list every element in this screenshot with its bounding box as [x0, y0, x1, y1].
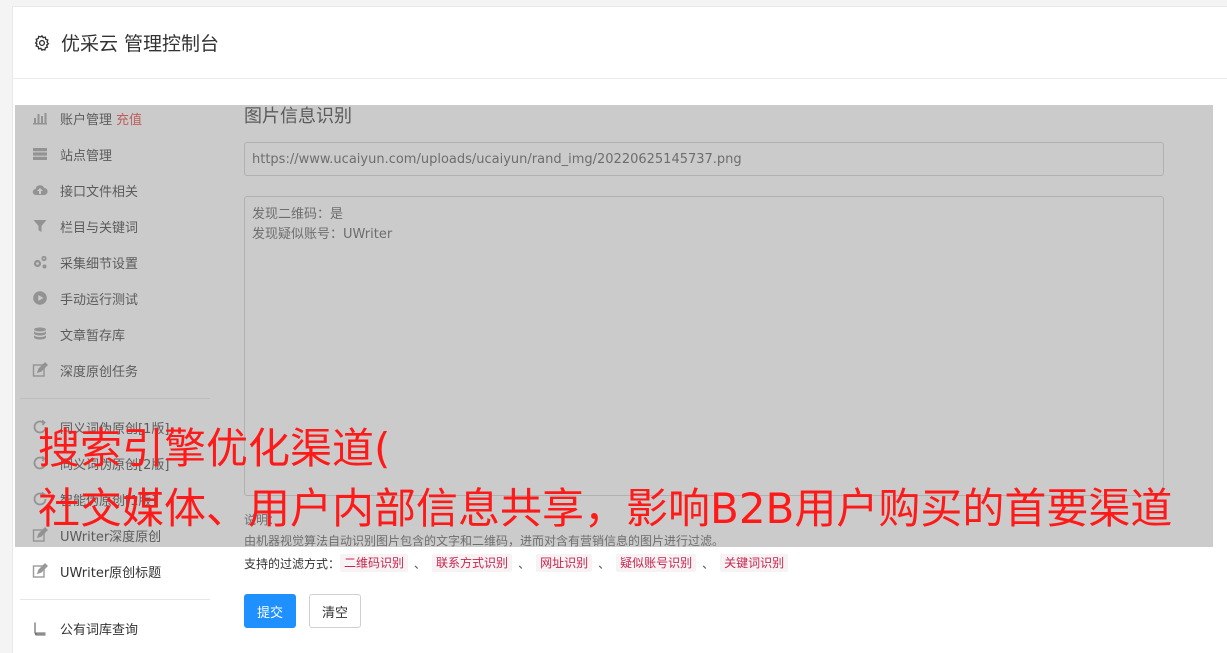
sidebar-item-public-lexicon[interactable]: 公有词库查询: [20, 610, 210, 646]
console-header: 优采云 管理控制台: [13, 7, 1227, 79]
page: 优采云 管理控制台 账户管理 充值 站点管理 接口文件相关 栏目与关键词 采集细…: [0, 0, 1227, 653]
submit-button[interactable]: 提交: [244, 594, 297, 628]
gear-icon: [34, 34, 50, 51]
filters-label: 支持的过滤方式：: [244, 556, 341, 571]
filter-separator: 、: [518, 556, 531, 571]
book-icon: [34, 621, 46, 636]
filter-tag: 二维码识别: [340, 554, 409, 572]
filter-tag: 关键词识别: [720, 554, 789, 572]
page-title: 优采云 管理控制台: [61, 33, 220, 55]
clear-button[interactable]: 清空: [309, 594, 362, 628]
filter-tag: 疑似账号识别: [616, 554, 697, 572]
filter-tag: 联系方式识别: [432, 554, 513, 572]
filter-separator: 、: [702, 556, 715, 571]
sidebar-item-label: 公有词库查询: [60, 622, 139, 638]
filter-separator: 、: [598, 556, 611, 571]
filter-tag: 网址识别: [536, 554, 593, 572]
edit-icon: [32, 563, 48, 578]
action-buttons: 提交 清空: [244, 594, 1164, 628]
overlay-caption-line-1: 搜索引擎优化渠道(: [38, 424, 391, 473]
sidebar-item-label: UWriter原创标题: [60, 565, 162, 581]
sidebar-divider: [20, 599, 210, 600]
filter-methods: 支持的过滤方式： 二维码识别 、 联系方式识别 、 网址识别 、 疑似账号识别 …: [244, 554, 1164, 572]
filter-separator: 、: [414, 556, 427, 571]
overlay-caption-line-2: 社交媒体、用户内部信息共享，影响B2B用户购买的首要渠道: [38, 484, 1173, 533]
sidebar-item-uwriter-title[interactable]: UWriter原创标题: [20, 553, 210, 589]
